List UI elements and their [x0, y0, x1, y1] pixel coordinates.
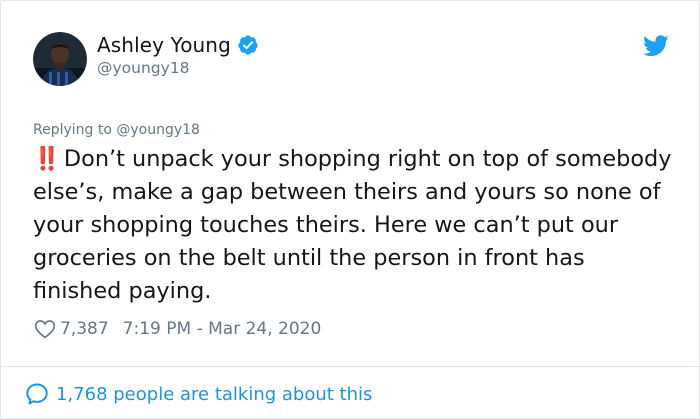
- conversation-label[interactable]: 1,768 people are talking about this: [56, 384, 372, 405]
- conversation-link[interactable]: 1,768 people are talking about this: [25, 382, 372, 406]
- author-name-row[interactable]: Ashley Young: [97, 33, 259, 57]
- double-exclamation-emoji: ‼️: [33, 146, 61, 172]
- timestamp[interactable]: 7:19 PM - Mar 24, 2020: [123, 319, 322, 339]
- tweet-meta: 7,387 7:19 PM - Mar 24, 2020: [34, 319, 321, 339]
- divider: [1, 366, 699, 367]
- tweet-text: ‼️ Don’t unpack your shopping right on to…: [33, 143, 673, 308]
- author-handle[interactable]: @youngy18: [97, 59, 190, 77]
- tweet-card: Ashley Young @youngy18 Replying to @youn…: [0, 0, 700, 419]
- verified-badge-icon: [237, 34, 259, 56]
- heart-icon[interactable]: [34, 319, 56, 339]
- like-count[interactable]: 7,387: [60, 319, 109, 339]
- tweet-body: Don’t unpack your shopping right on top …: [33, 146, 672, 304]
- avatar-image: [33, 32, 87, 86]
- avatar[interactable]: [33, 32, 87, 86]
- speech-bubble-icon: [25, 382, 49, 406]
- replying-to: Replying to @youngy18: [33, 122, 200, 138]
- twitter-bird-icon[interactable]: [643, 35, 669, 57]
- display-name[interactable]: Ashley Young: [97, 33, 231, 57]
